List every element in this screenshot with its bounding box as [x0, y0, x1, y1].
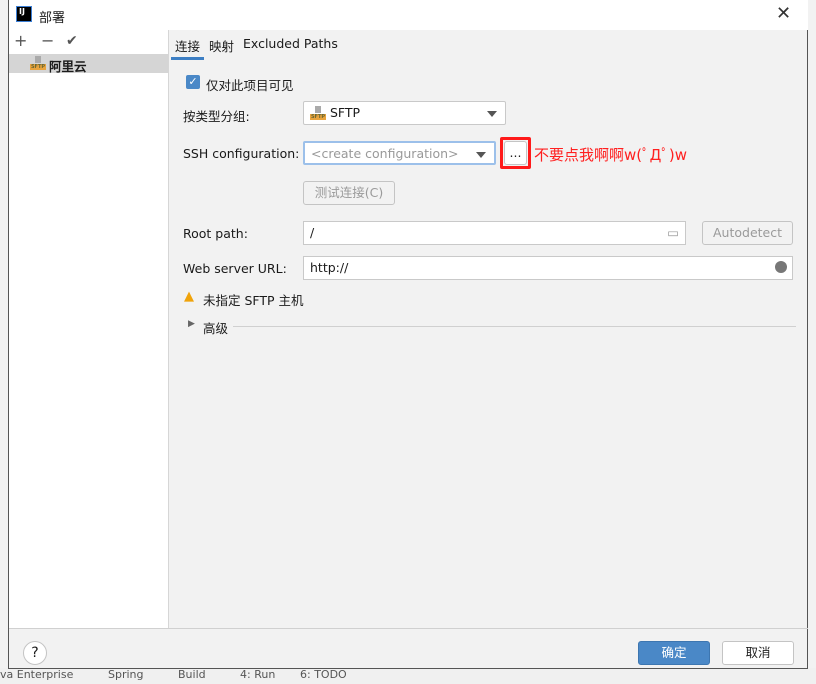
advanced-section-toggle[interactable]: 高级 [203, 318, 228, 337]
status-item: va Enterprise [0, 668, 74, 681]
ssh-config-select[interactable]: <create configuration> [303, 141, 496, 165]
root-path-input[interactable]: / ▭ [303, 221, 686, 245]
status-item: Spring [108, 668, 144, 681]
active-tab-indicator [171, 57, 204, 60]
dialog-title: 部署 [39, 11, 66, 26]
add-server-button[interactable]: + [14, 31, 27, 50]
tab-excluded-paths[interactable]: Excluded Paths [243, 36, 338, 51]
ok-button[interactable]: 确定 [638, 641, 710, 665]
root-path-value: / [310, 225, 315, 240]
sftp-icon: SFTP [310, 106, 326, 120]
divider [233, 326, 796, 327]
status-item: 4: Run [240, 668, 276, 681]
help-button[interactable]: ? [23, 641, 47, 665]
cancel-button[interactable]: 取消 [722, 641, 794, 665]
status-item: Build [178, 668, 206, 681]
group-by-type-select[interactable]: SFTP SFTP [303, 101, 506, 125]
sftp-icon: SFTP [30, 56, 46, 70]
annotation-text: 不要点我啊啊w(ﾟДﾟ)w [534, 146, 687, 164]
intellij-logo-icon: IJ _ [16, 6, 32, 25]
ide-status-bar: va Enterprise Spring Build 4: Run 6: TOD… [0, 668, 816, 684]
visible-only-label: 仅对此项目可见 [206, 78, 294, 93]
title-bar: IJ _ 部署 ✕ [9, 0, 808, 30]
warning-text: 未指定 SFTP 主机 [203, 293, 304, 308]
root-path-label: Root path: [183, 226, 248, 241]
autodetect-button[interactable]: Autodetect [702, 221, 793, 245]
remove-server-button[interactable]: − [41, 31, 54, 50]
test-connection-button[interactable]: 测试连接(C) [303, 181, 395, 205]
server-name: 阿里云 [49, 59, 87, 74]
selected-type: SFTP [330, 105, 361, 120]
web-url-input[interactable]: http:// [303, 256, 793, 280]
expand-triangle-icon[interactable]: ▶ [188, 319, 195, 329]
warning-icon: ▲ [184, 289, 194, 304]
web-url-value: http:// [310, 260, 349, 275]
tab-mappings[interactable]: 映射 [209, 36, 234, 55]
folder-icon[interactable]: ▭ [667, 225, 679, 240]
server-item[interactable]: SFTP 阿里云 [9, 54, 168, 74]
close-button[interactable]: ✕ [776, 3, 791, 24]
status-item: 6: TODO [300, 668, 347, 681]
visible-only-checkbox[interactable]: ✓ [186, 75, 200, 89]
tab-connection[interactable]: 连接 [175, 36, 200, 55]
footer-divider [9, 628, 808, 629]
ssh-config-label: SSH configuration: [183, 146, 300, 161]
group-by-type-label: 按类型分组: [183, 109, 250, 124]
set-default-button[interactable]: ✔ [66, 33, 78, 49]
web-url-label: Web server URL: [183, 261, 287, 276]
globe-icon[interactable] [775, 261, 787, 273]
ssh-config-placeholder: <create configuration> [311, 146, 459, 161]
server-list-panel: + − ✔ SFTP 阿里云 [9, 30, 169, 628]
chevron-down-icon [487, 111, 497, 117]
deployment-dialog: IJ _ 部署 ✕ + − ✔ SFTP 阿里云 连接 映射 Excluded P… [8, 0, 808, 669]
chevron-down-icon [476, 152, 486, 158]
ssh-config-browse-button[interactable]: ... [504, 141, 527, 165]
